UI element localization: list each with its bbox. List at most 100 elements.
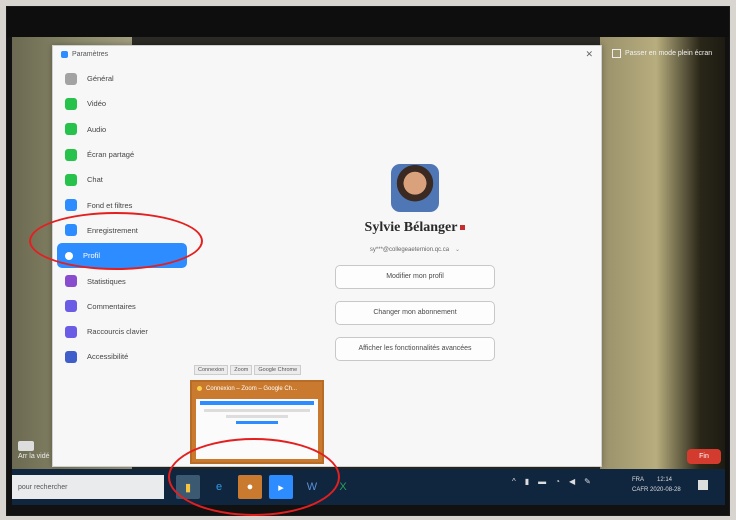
change-subscription-button[interactable]: Changer mon abonnement (335, 301, 495, 325)
chrome-taskbar-icon[interactable]: ● (238, 475, 262, 499)
preview-content (196, 399, 318, 459)
share-screen-icon (65, 148, 77, 161)
video-background-right (600, 37, 725, 469)
advanced-features-button[interactable]: Afficher les fonctionnalités avancées (335, 337, 495, 361)
word-icon[interactable]: W (300, 475, 324, 499)
close-icon[interactable]: ✕ (585, 49, 593, 60)
date: 2020-08-28 (650, 487, 681, 493)
settings-sidebar: Général Vidéo Audio Écran partagé Chat F… (53, 66, 193, 370)
sidebar-item-label: Enregistrement (87, 225, 138, 235)
sidebar-item-label: Commentaires (87, 301, 136, 311)
windows-taskbar: pour rechercher ▮ e ● ▸ W X ^ ▮ ▬ ◔ ◀ ✎ … (12, 469, 725, 505)
notification-icon[interactable] (698, 480, 708, 490)
sidebar-item-accessibility[interactable]: Accessibilité (53, 344, 193, 369)
wifi-icon[interactable]: ◔ (555, 477, 560, 486)
region-indicator: CAFR (632, 487, 649, 493)
preview-line (226, 415, 288, 418)
sidebar-item-label: Statistiques (87, 276, 126, 286)
usb-icon[interactable]: ▮ (525, 477, 529, 486)
photo-frame: Passer en mode plein écran Arr la vidé F… (6, 6, 730, 516)
dialog-title: Paramètres (72, 50, 109, 58)
pen-icon[interactable]: ✎ (584, 477, 591, 486)
sidebar-item-chat[interactable]: Chat (53, 167, 193, 192)
edge-icon[interactable]: e (207, 475, 231, 499)
search-placeholder: pour rechercher (18, 483, 68, 491)
sidebar-item-label: Écran partagé (87, 150, 135, 160)
sidebar-item-label: Vidéo (87, 99, 107, 109)
sidebar-item-label: Profil (83, 251, 101, 261)
sidebar-item-general[interactable]: Général (53, 66, 193, 91)
sidebar-item-label: Fond et filtres (87, 200, 133, 210)
taskbar-search-input[interactable]: pour rechercher (12, 475, 164, 499)
volume-icon[interactable]: ◀ (569, 477, 575, 486)
profile-panel: Sylvie Bélanger sy***@collegeaeternion.q… (325, 164, 505, 361)
preview-tab[interactable]: Google Chrome (254, 365, 302, 375)
dialog-titlebar: Paramètres (53, 46, 601, 62)
taskbar-clock[interactable]: FRA 12:14 CAFR 2020-08-28 (632, 475, 681, 495)
sidebar-item-background[interactable]: Fond et filtres (53, 192, 193, 217)
excel-icon[interactable]: X (331, 475, 355, 499)
time: 12:14 (657, 477, 673, 483)
stop-video-button[interactable]: Arr la vidé (18, 441, 50, 460)
video-icon (65, 97, 77, 110)
sidebar-item-recording[interactable]: Enregistrement (53, 218, 193, 243)
sidebar-item-share-screen[interactable]: Écran partagé (53, 142, 193, 167)
sidebar-item-label: Accessibilité (87, 352, 129, 362)
system-tray: ^ ▮ ▬ ◔ ◀ ✎ (512, 477, 591, 486)
preview-tab-strip: Connexion Zoom Google Chrome (194, 365, 302, 375)
chevron-down-icon: ⌄ (455, 247, 461, 253)
sidebar-item-keyboard-shortcuts[interactable]: Raccourcis clavier (53, 319, 193, 344)
sidebar-item-label: Général (87, 74, 114, 84)
chat-icon (65, 173, 77, 186)
user-icon (65, 251, 73, 260)
sidebar-item-audio[interactable]: Audio (53, 117, 193, 142)
profile-email[interactable]: sy***@collegeaeternion.qc.ca ⌄ (325, 246, 505, 253)
battery-icon[interactable]: ▬ (538, 477, 546, 486)
sidebar-item-label: Audio (87, 124, 107, 134)
preview-header-bar (200, 401, 314, 405)
language-indicator: FRA (632, 477, 644, 483)
feedback-icon (65, 300, 77, 313)
sidebar-item-statistics[interactable]: Statistiques (53, 268, 193, 293)
profile-name: Sylvie Bélanger (325, 220, 505, 236)
taskbar-window-preview[interactable]: Connexion – Zoom – Google Ch... (190, 380, 324, 464)
gear-icon (65, 72, 77, 85)
avatar[interactable] (391, 164, 439, 212)
preview-title-bar: Connexion – Zoom – Google Ch... (192, 382, 322, 395)
end-meeting-button[interactable]: Fin (687, 449, 721, 464)
sidebar-item-label: Chat (87, 175, 103, 185)
preview-title: Connexion – Zoom – Google Ch... (206, 385, 298, 392)
camera-icon (18, 441, 34, 451)
sidebar-item-feedback[interactable]: Commentaires (53, 294, 193, 319)
headphones-icon (65, 123, 77, 136)
chevron-up-icon[interactable]: ^ (512, 477, 516, 486)
preview-tab[interactable]: Zoom (230, 365, 253, 375)
taskbar-apps: ▮ e ● ▸ W X (176, 475, 355, 499)
profile-email-text: sy***@collegeaeternion.qc.ca (369, 247, 450, 253)
settings-dialog: Paramètres ✕ Général Vidéo Audio Écran p… (52, 45, 602, 467)
stop-video-label: Arr la vidé (18, 453, 50, 460)
fullscreen-button[interactable]: Passer en mode plein écran (612, 49, 712, 58)
accessibility-icon (65, 350, 77, 363)
screen: Passer en mode plein écran Arr la vidé F… (12, 37, 725, 505)
sidebar-item-profile[interactable]: Profil (57, 243, 187, 269)
zoom-taskbar-icon[interactable]: ▸ (269, 475, 293, 499)
fullscreen-icon (612, 49, 621, 58)
chrome-icon (197, 386, 202, 391)
sidebar-item-video[interactable]: Vidéo (53, 91, 193, 116)
keyboard-icon (65, 325, 77, 338)
zoom-app-icon (61, 50, 68, 58)
flag-icon (460, 225, 466, 231)
preview-tab[interactable]: Connexion (194, 365, 229, 375)
monitor-bezel (7, 7, 729, 37)
statistics-icon (65, 275, 77, 288)
preview-line (204, 409, 310, 412)
preview-line (236, 421, 278, 424)
sidebar-item-label: Raccourcis clavier (87, 327, 148, 337)
background-filter-icon (65, 199, 77, 212)
record-icon (65, 224, 77, 237)
profile-name-text: Sylvie Bélanger (364, 220, 458, 235)
file-explorer-icon[interactable]: ▮ (176, 475, 200, 499)
edit-profile-button[interactable]: Modifier mon profil (335, 265, 495, 289)
fullscreen-label: Passer en mode plein écran (625, 50, 713, 57)
